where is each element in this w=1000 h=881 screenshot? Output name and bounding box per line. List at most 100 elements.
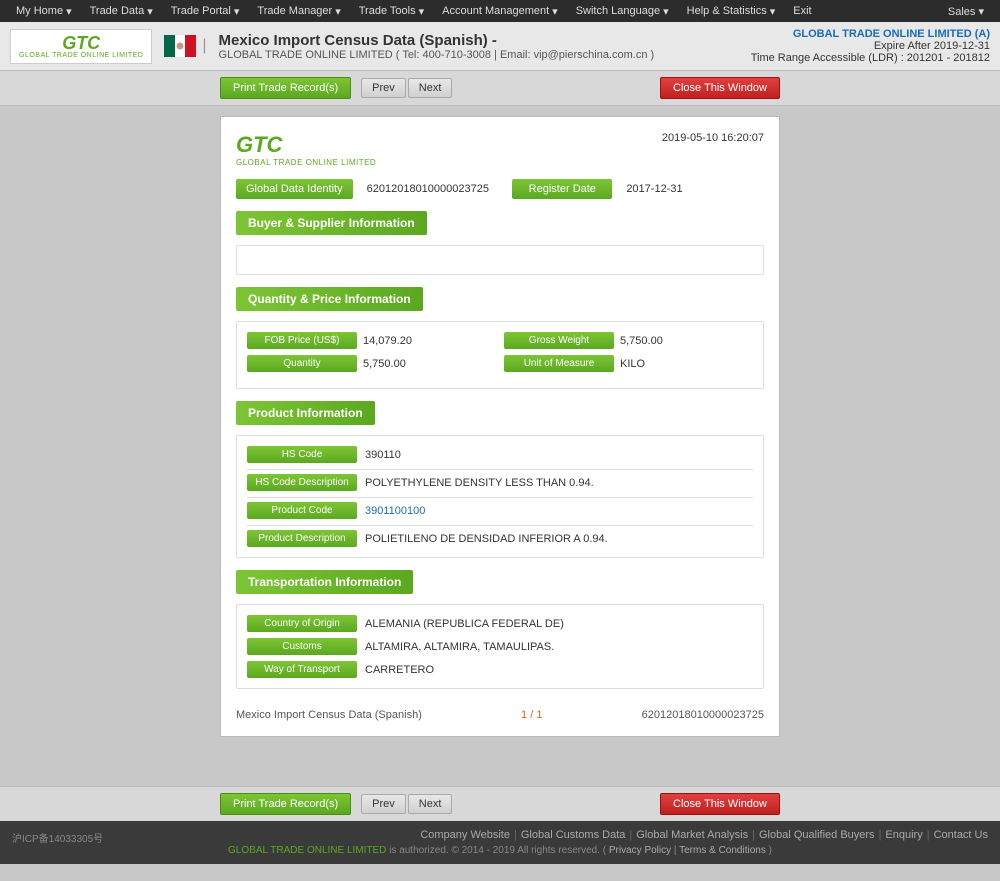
footer-top-row: 沪ICP备14033305号 Company Website | Global …	[12, 829, 988, 845]
country-of-origin-row: Country of Origin ALEMANIA (REPUBLICA FE…	[247, 615, 753, 632]
register-date-label: Register Date	[512, 179, 612, 199]
fob-price-value: 14,079.20	[363, 335, 496, 347]
buyer-supplier-content	[236, 245, 764, 275]
contact-us-link[interactable]: Contact Us	[934, 829, 988, 841]
logo-subtext: GLOBAL TRADE ONLINE LIMITED	[19, 52, 143, 59]
global-customs-data-link[interactable]: Global Customs Data	[521, 829, 626, 841]
page-title: Mexico Import Census Data (Spanish) -	[219, 32, 739, 49]
gross-weight-col: Gross Weight 5,750.00	[504, 332, 753, 349]
bottom-close-window-button[interactable]: Close This Window	[660, 793, 780, 815]
global-market-analysis-link[interactable]: Global Market Analysis	[636, 829, 748, 841]
page-subtitle: GLOBAL TRADE ONLINE LIMITED ( Tel: 400-7…	[219, 49, 739, 61]
product-content: HS Code 390110 HS Code Description POLYE…	[236, 435, 764, 558]
product-desc-row: Product Description POLIETILENO DE DENSI…	[247, 530, 753, 547]
flag-area: |	[164, 35, 206, 57]
icp-number: 沪ICP备14033305号	[12, 830, 103, 845]
close-window-button[interactable]: Close This Window	[660, 77, 780, 99]
quantity-price-content: FOB Price (US$) 14,079.20 Gross Weight 5…	[236, 321, 764, 389]
product-desc-value: POLIETILENO DE DENSIDAD INFERIOR A 0.94.	[365, 533, 753, 545]
bottom-next-button[interactable]: Next	[408, 794, 453, 814]
nav-buttons: Prev Next	[361, 78, 452, 98]
unit-of-measure-value: KILO	[620, 358, 753, 370]
hs-code-label: HS Code	[247, 446, 357, 463]
product-code-value: 3901100100	[365, 505, 753, 517]
product-code-row: Product Code 3901100100	[247, 502, 753, 519]
quantity-price-section: Quantity & Price Information FOB Price (…	[236, 287, 764, 389]
gross-weight-value: 5,750.00	[620, 335, 753, 347]
top-toolbar: Print Trade Record(s) Prev Next Close Th…	[0, 71, 1000, 106]
product-code-label: Product Code	[247, 502, 357, 519]
footer-end: )	[769, 845, 772, 856]
uom-col: Unit of Measure KILO	[504, 355, 753, 372]
hs-code-row: HS Code 390110	[247, 446, 753, 463]
nav-items: My Home ▾ Trade Data ▾ Trade Portal ▾ Tr…	[8, 2, 820, 21]
bottom-print-button[interactable]: Print Trade Record(s)	[220, 793, 351, 815]
nav-account-management[interactable]: Account Management ▾	[434, 2, 566, 21]
top-navigation: My Home ▾ Trade Data ▾ Trade Portal ▾ Tr…	[0, 0, 1000, 22]
logo-area: GTC GLOBAL TRADE ONLINE LIMITED	[10, 29, 152, 64]
nav-trade-manager[interactable]: Trade Manager ▾	[249, 2, 348, 21]
product-section: Product Information HS Code 390110 HS Co…	[236, 401, 764, 558]
divider	[247, 525, 753, 526]
next-button[interactable]: Next	[408, 78, 453, 98]
transportation-section: Transportation Information Country of Or…	[236, 570, 764, 689]
ldr-range: Time Range Accessible (LDR) : 201201 - 2…	[751, 52, 990, 64]
footer-links: Company Website | Global Customs Data | …	[420, 829, 988, 841]
fob-price-col: FOB Price (US$) 14,079.20	[247, 332, 496, 349]
expire-date: Expire After 2019-12-31	[751, 40, 990, 52]
account-info: GLOBAL TRADE ONLINE LIMITED (A) Expire A…	[751, 28, 990, 64]
company-website-link[interactable]: Company Website	[420, 829, 510, 841]
hs-code-value: 390110	[365, 449, 753, 461]
way-of-transport-row: Way of Transport CARRETERO	[247, 661, 753, 678]
global-data-identity-row: Global Data Identity 6201201801000002372…	[236, 179, 764, 199]
separator: |	[202, 37, 206, 55]
quantity-col: Quantity 5,750.00	[247, 355, 496, 372]
nav-help-statistics[interactable]: Help & Statistics ▾	[679, 2, 784, 21]
way-of-transport-value: CARRETERO	[365, 664, 753, 676]
transportation-content: Country of Origin ALEMANIA (REPUBLICA FE…	[236, 604, 764, 689]
global-qualified-buyers-link[interactable]: Global Qualified Buyers	[759, 829, 875, 841]
footer-bottom: GLOBAL TRADE ONLINE LIMITED is authorize…	[12, 845, 988, 856]
nav-sales[interactable]: Sales ▾	[940, 2, 992, 21]
mexico-flag-icon	[164, 35, 196, 57]
global-data-identity-label: Global Data Identity	[236, 179, 353, 199]
privacy-policy-link[interactable]: Privacy Policy	[609, 845, 671, 856]
nav-trade-data[interactable]: Trade Data ▾	[82, 2, 161, 21]
header-bar: GTC GLOBAL TRADE ONLINE LIMITED | Mexico…	[0, 22, 1000, 71]
record-datetime: 2019-05-10 16:20:07	[662, 132, 764, 144]
terms-conditions-link[interactable]: Terms & Conditions	[679, 845, 766, 856]
hs-code-desc-label: HS Code Description	[247, 474, 357, 491]
buyer-supplier-header: Buyer & Supplier Information	[236, 211, 427, 235]
record-id: 62012018010000023725	[642, 709, 764, 721]
nav-trade-tools[interactable]: Trade Tools ▾	[351, 2, 432, 21]
quantity-uom-row: Quantity 5,750.00 Unit of Measure KILO	[247, 355, 753, 372]
page-footer: 沪ICP备14033305号 Company Website | Global …	[0, 821, 1000, 864]
print-button[interactable]: Print Trade Record(s)	[220, 77, 351, 99]
bottom-prev-button[interactable]: Prev	[361, 794, 406, 814]
nav-switch-language[interactable]: Switch Language ▾	[568, 2, 677, 21]
nav-trade-portal[interactable]: Trade Portal ▾	[163, 2, 248, 21]
way-of-transport-label: Way of Transport	[247, 661, 357, 678]
record-logo: GTC GLOBAL TRADE ONLINE LIMITED	[236, 132, 376, 167]
quantity-value: 5,750.00	[363, 358, 496, 370]
enquiry-link[interactable]: Enquiry	[885, 829, 922, 841]
customs-label: Customs	[247, 638, 357, 655]
nav-my-home[interactable]: My Home ▾	[8, 2, 80, 21]
bottom-toolbar: Print Trade Record(s) Prev Next Close Th…	[0, 786, 1000, 821]
buyer-supplier-section: Buyer & Supplier Information	[236, 211, 764, 275]
product-header: Product Information	[236, 401, 375, 425]
fob-price-label: FOB Price (US$)	[247, 332, 357, 349]
global-data-identity-value: 62012018010000023725	[361, 180, 505, 198]
prev-button[interactable]: Prev	[361, 78, 406, 98]
page-title-area: Mexico Import Census Data (Spanish) - GL…	[219, 32, 739, 61]
record-header: GTC GLOBAL TRADE ONLINE LIMITED 2019-05-…	[236, 132, 764, 167]
footer-brand: GLOBAL TRADE ONLINE LIMITED	[228, 845, 386, 856]
hs-code-desc-value: POLYETHYLENE DENSITY LESS THAN 0.94.	[365, 477, 753, 489]
record-logo-sub: GLOBAL TRADE ONLINE LIMITED	[236, 158, 376, 167]
customs-value: ALTAMIRA, ALTAMIRA, TAMAULIPAS.	[365, 641, 753, 653]
divider	[247, 497, 753, 498]
page-indicator: 1 / 1	[521, 709, 542, 721]
nav-exit[interactable]: Exit	[785, 2, 819, 20]
quantity-price-header: Quantity & Price Information	[236, 287, 423, 311]
account-name: GLOBAL TRADE ONLINE LIMITED (A)	[751, 28, 990, 40]
